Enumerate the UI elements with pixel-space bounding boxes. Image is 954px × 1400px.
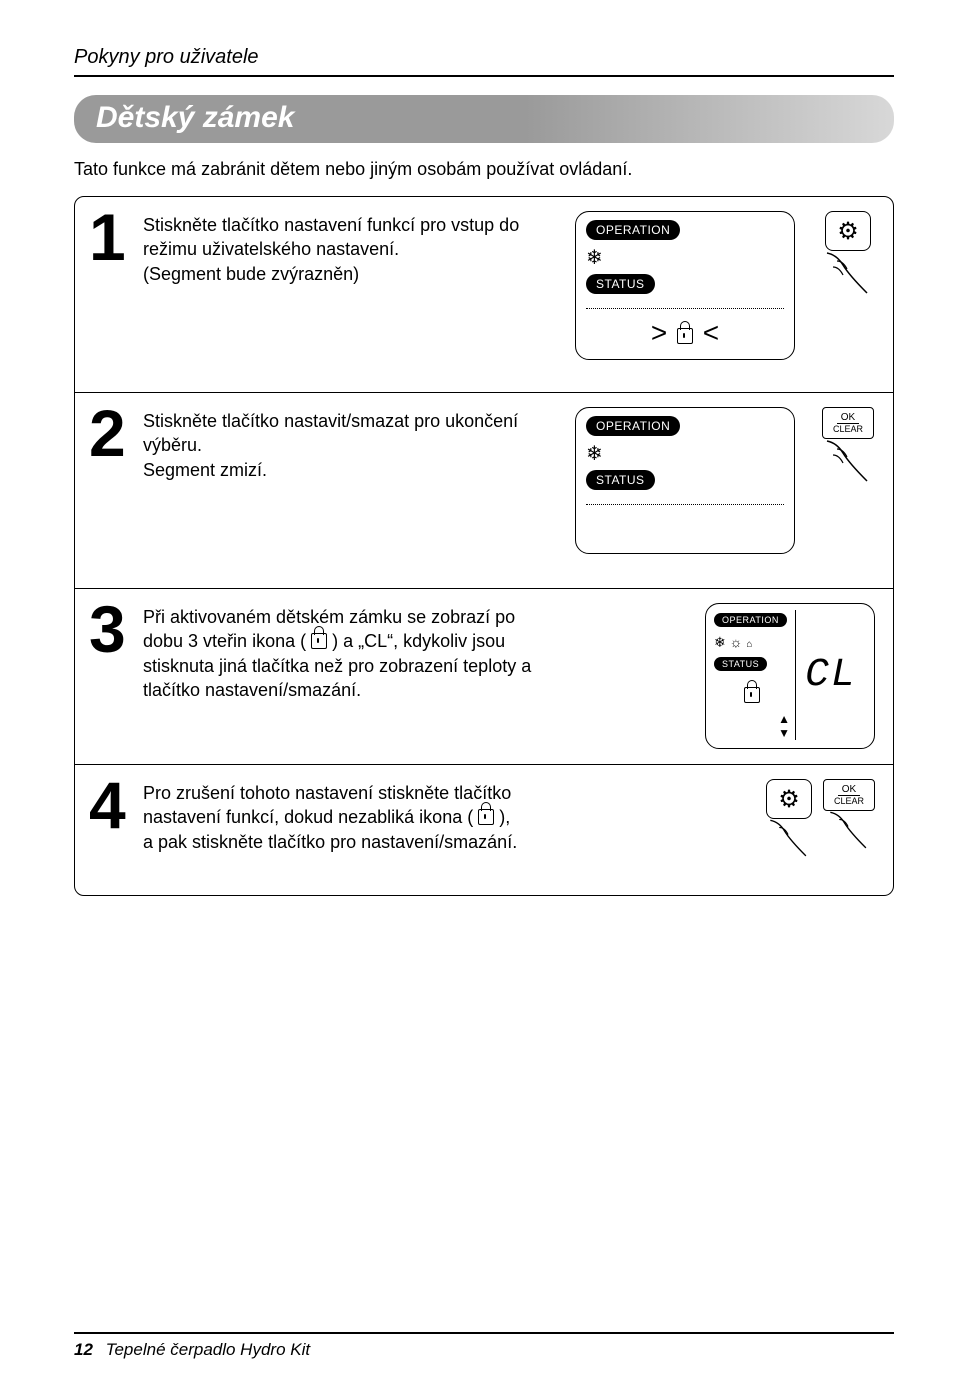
step-2-line1: Stiskněte tlačítko nastavit/smazat pro u…	[143, 411, 518, 431]
step-1-graphic: OPERATION ❄ STATUS	[575, 211, 875, 360]
section-title-bar: Dětský zámek	[74, 95, 894, 143]
step-4-line1: Pro zrušení tohoto nastavení stiskněte t…	[143, 783, 511, 803]
lock-indicator	[714, 685, 789, 706]
snowflake-icon: ❄	[586, 443, 603, 465]
step-3-line3: stisknuta jiná tlačítka než pro zobrazen…	[143, 656, 531, 676]
running-header: Pokyny pro uživatele	[74, 46, 894, 69]
hand-pointer-icon	[821, 247, 875, 301]
footer-text: 12 Tepelné čerpadlo Hydro Kit	[74, 1340, 894, 1360]
step-2: 2 Stiskněte tlačítko nastavit/smazat pro…	[75, 393, 893, 589]
step-4-text: Pro zrušení tohoto nastavení stiskněte t…	[143, 779, 765, 854]
step-4-number: 4	[89, 779, 137, 832]
snowflake-icon: ❄	[586, 247, 603, 269]
panel-divider	[586, 308, 784, 309]
up-down-arrows-icon: ▲▼	[714, 712, 789, 740]
ok-label-top: OK	[837, 413, 859, 424]
step-4-line2a: nastavení funkcí, dokud nezabliká ikona …	[143, 807, 473, 827]
status-pill: STATUS	[714, 657, 767, 671]
house-auto-icon: ⌂	[746, 639, 752, 650]
display-panel-2: OPERATION ❄ STATUS	[575, 407, 795, 554]
step-1-line3: (Segment bude zvýrazněn)	[143, 264, 359, 284]
lock-icon-highlighted	[651, 317, 719, 348]
step-4-line3: a pak stiskněte tlačítko pro nastavení/s…	[143, 832, 517, 852]
operation-pill: OPERATION	[586, 220, 680, 240]
panel-right: CL	[796, 610, 866, 740]
step-3: 3 Při aktivovaném dětském zámku se zobra…	[75, 589, 893, 765]
step-3-text: Při aktivovaném dětském zámku se zobrazí…	[143, 603, 705, 702]
footer-rule	[74, 1332, 894, 1334]
operation-pill: OPERATION	[714, 613, 787, 627]
hand-pointer-icon	[825, 807, 873, 855]
ok-button-with-hand: OK CLEAR	[823, 779, 875, 855]
step-4: 4 Pro zrušení tohoto nastavení stiskněte…	[75, 765, 893, 895]
ok-label-top: OK	[838, 785, 860, 796]
step-3-line1: Při aktivovaném dětském zámku se zobrazí…	[143, 607, 515, 627]
sun-icon: ☼	[730, 634, 743, 650]
ok-label-bottom: CLEAR	[833, 424, 863, 434]
step-2-line2: výběru.	[143, 435, 202, 455]
step-1-line2: režimu uživatelského nastavení.	[143, 239, 399, 259]
step-1-number: 1	[89, 211, 137, 264]
product-name: Tepelné čerpadlo Hydro Kit	[106, 1340, 310, 1359]
settings-button[interactable]	[825, 211, 871, 251]
cl-segment: CL	[805, 653, 857, 698]
step-3-line2a: dobu 3 vteřin ikona (	[143, 631, 306, 651]
display-panel-1: OPERATION ❄ STATUS	[575, 211, 795, 360]
hand-pointer-icon	[765, 815, 813, 863]
display-panel-3: OPERATION ❄ ☼ ⌂ STATUS ▲▼	[705, 603, 875, 749]
lock-icon	[677, 328, 693, 344]
step-3-line4: tlačítko nastavení/smazání.	[143, 680, 361, 700]
hand-pointer-icon	[821, 435, 875, 489]
step-4-line2b: ),	[499, 807, 510, 827]
step-1-text: Stiskněte tlačítko nastavení funkcí pro …	[143, 211, 575, 286]
step-1: 1 Stiskněte tlačítko nastavení funkcí pr…	[75, 197, 893, 393]
step-4-graphic: OK CLEAR	[765, 779, 875, 863]
mode-row: ❄	[586, 444, 784, 464]
panel-left: OPERATION ❄ ☼ ⌂ STATUS ▲▼	[714, 610, 796, 740]
step-1-line1: Stiskněte tlačítko nastavení funkcí pro …	[143, 215, 519, 235]
step-3-number: 3	[89, 603, 137, 656]
page: Pokyny pro uživatele Dětský zámek Tato f…	[0, 0, 954, 1400]
gear-button-with-hand	[821, 211, 875, 301]
highlighted-segment	[586, 317, 784, 349]
lock-icon	[311, 633, 327, 649]
ok-label-bottom: CLEAR	[834, 796, 864, 806]
page-number: 12	[74, 1340, 93, 1359]
step-2-number: 2	[89, 407, 137, 460]
status-pill: STATUS	[586, 274, 655, 294]
step-3-graphic: OPERATION ❄ ☼ ⌂ STATUS ▲▼	[705, 603, 875, 749]
lock-icon	[478, 809, 494, 825]
snowflake-icon: ❄	[714, 634, 726, 650]
ok-button-with-hand: OK CLEAR	[821, 407, 875, 489]
page-footer: 12 Tepelné čerpadlo Hydro Kit	[74, 1332, 894, 1360]
intro-text: Tato funkce má zabránit dětem nebo jiným…	[74, 159, 894, 180]
step-2-text: Stiskněte tlačítko nastavit/smazat pro u…	[143, 407, 575, 482]
gear-button-with-hand	[765, 779, 813, 863]
step-3-line2b: ) a „CL“, kdykoliv jsou	[332, 631, 505, 651]
step-2-graphic: OPERATION ❄ STATUS OK CLEAR	[575, 407, 875, 554]
status-pill: STATUS	[586, 470, 655, 490]
mode-row: ❄	[586, 248, 784, 268]
header-rule	[74, 75, 894, 77]
mode-row: ❄ ☼ ⌂	[714, 635, 789, 650]
section-title: Dětský zámek	[96, 101, 294, 134]
settings-button[interactable]	[766, 779, 812, 819]
operation-pill: OPERATION	[586, 416, 680, 436]
step-2-line3: Segment zmizí.	[143, 460, 267, 480]
lock-icon	[744, 687, 760, 703]
steps-container: 1 Stiskněte tlačítko nastavení funkcí pr…	[74, 196, 894, 896]
